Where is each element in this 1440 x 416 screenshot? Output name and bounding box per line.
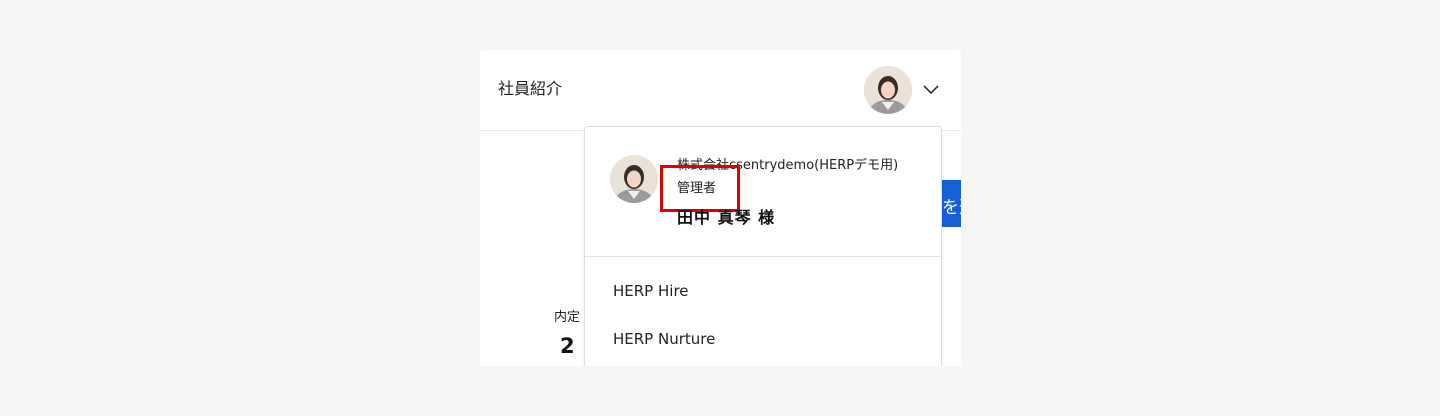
screen: 社員紹介 を 内定 2 株式会社csentrydemo(HERPデモ用) 管理者… <box>0 0 1440 416</box>
primary-action-button[interactable]: を選 <box>942 180 961 227</box>
stat-value: 2 <box>560 334 575 358</box>
primary-action-label: を選 <box>942 198 961 218</box>
menu-item-herp-hire[interactable]: HERP Hire <box>613 281 689 301</box>
account-menu-trigger[interactable] <box>864 66 944 114</box>
role-highlight-box <box>660 165 740 212</box>
user-name: 田中 真琴 様 <box>677 208 776 227</box>
app-panel: 社員紹介 を 内定 2 株式会社csentrydemo(HERPデモ用) 管理者… <box>480 50 961 366</box>
profile-section: 株式会社csentrydemo(HERPデモ用) 管理者 田中 真琴 様 <box>585 127 941 257</box>
top-bar: 社員紹介 <box>480 50 961 131</box>
account-dropdown: 株式会社csentrydemo(HERPデモ用) 管理者 田中 真琴 様 HER… <box>584 126 942 366</box>
profile-avatar <box>610 155 658 203</box>
menu-item-herp-nurture[interactable]: HERP Nurture <box>613 329 715 349</box>
stat-label: 内定 <box>554 310 581 325</box>
user-avatar[interactable] <box>864 66 912 114</box>
chevron-down-icon[interactable] <box>922 82 940 98</box>
page-title: 社員紹介 <box>498 79 563 98</box>
